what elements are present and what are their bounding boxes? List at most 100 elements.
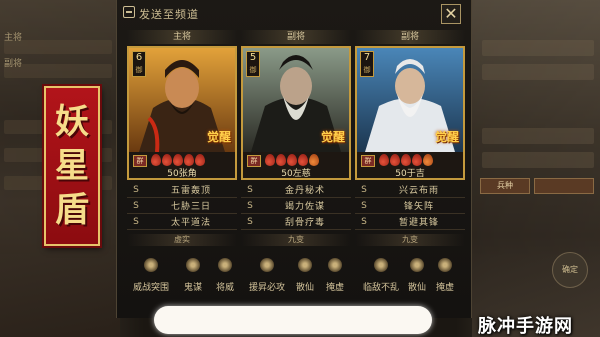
dialog-header: 发送至频道 ✕ [117, 0, 471, 26]
skill-name: 暂避其锋 [398, 218, 439, 228]
advance-pip-icon [298, 154, 308, 166]
star-level: 6 [135, 52, 143, 63]
veil-icon [328, 258, 342, 272]
background-row [482, 152, 594, 168]
skill-name: 竭力佐谋 [284, 202, 325, 212]
immortal-icon [298, 258, 312, 272]
background-label: 主将 [4, 33, 23, 43]
general-column: 副将 5 御 觉醒 群 50左慈 S 金丹秘术 S 竭力佐谋 S 刮骨疗毒 九变 [241, 30, 351, 246]
advance-pip-icon [309, 154, 319, 166]
background-right-pane [472, 0, 600, 337]
skill-name: 七胁三日 [170, 202, 211, 212]
banner-char: 星 [55, 146, 89, 186]
card-info: 群 50张角 [129, 152, 235, 179]
skill-name: 刮骨疗毒 [284, 218, 325, 228]
background-button[interactable] [534, 178, 594, 194]
advance-pip-icon [412, 154, 422, 166]
item-veil[interactable]: 掩虚 [421, 258, 469, 293]
banner-char: 盾 [55, 190, 89, 230]
item-label: 掩虚 [325, 283, 344, 293]
veil-icon [438, 258, 452, 272]
advance-pips [151, 154, 205, 166]
calm-icon [374, 258, 388, 272]
advance-pips [379, 154, 433, 166]
column-subtitle: 虚实 [127, 234, 237, 246]
general-card[interactable]: 5 御 觉醒 群 50左慈 [241, 46, 351, 180]
close-button[interactable]: ✕ [441, 4, 461, 24]
skill-grade: S [247, 200, 253, 211]
awaken-badge: 觉醒 [206, 130, 231, 144]
skill-grade: S [133, 184, 139, 195]
skill-grade: S [133, 216, 139, 227]
skill-row[interactable]: S 暂避其锋 [355, 214, 465, 230]
advance-pip-icon [162, 154, 172, 166]
skill-row[interactable]: S 竭力佐谋 [241, 198, 351, 214]
star-level: 5 [249, 52, 257, 63]
skill-grade: S [133, 200, 139, 211]
watermark: 脉冲手游网 [478, 316, 573, 337]
awaken-badge: 觉醒 [320, 130, 345, 144]
skill-list: S 兴云布雨 S 锋矢阵 S 暂避其锋 [355, 182, 465, 230]
item-war[interactable]: 威战突围 [127, 258, 175, 293]
advance-pip-icon [390, 154, 400, 166]
attack-icon [260, 258, 274, 272]
advance-pip-icon [195, 154, 205, 166]
skill-grade: S [247, 184, 253, 195]
advance-pips [265, 154, 319, 166]
lineup-dialog: 发送至频道 ✕ 主将 6 御 觉醒 群 50张角 S 五雷轰顶 S 七胁三日 S… [116, 0, 472, 318]
column-role: 主将 [127, 30, 237, 44]
strategy-icon [186, 258, 200, 272]
background-row [482, 40, 594, 56]
item-label: 掩虚 [435, 283, 454, 293]
general-name: 50张角 [167, 169, 197, 179]
advance-pip-icon [423, 154, 433, 166]
send-to-channel-button[interactable]: 发送至频道 [139, 6, 199, 22]
item-label: 将威 [215, 283, 234, 293]
star-level: 7 [363, 52, 371, 63]
skill-name: 兴云布雨 [398, 186, 439, 196]
skill-row[interactable]: S 刮骨疗毒 [241, 214, 351, 230]
star-level-badge: 5 御 [246, 51, 260, 77]
star-level-suffix: 御 [135, 66, 143, 74]
general-column: 主将 6 御 觉醒 群 50张角 S 五雷轰顶 S 七胁三日 S 太平道法 虚实 [127, 30, 237, 246]
skill-row[interactable]: S 锋矢阵 [355, 198, 465, 214]
item-veil[interactable]: 掩虚 [311, 258, 359, 293]
column-subtitle: 九变 [355, 234, 465, 246]
skill-row[interactable]: S 五雷轰顶 [127, 182, 237, 198]
skill-row[interactable]: S 兴云布雨 [355, 182, 465, 198]
advance-pip-icon [379, 154, 389, 166]
war-icon [144, 258, 158, 272]
advance-pip-icon [184, 154, 194, 166]
awaken-badge: 觉醒 [434, 130, 459, 144]
banner-char: 妖 [55, 102, 89, 142]
card-info: 群 50左慈 [243, 152, 349, 179]
advance-pip-icon [287, 154, 297, 166]
send-icon[interactable] [123, 6, 135, 18]
skill-row[interactable]: S 金丹秘术 [241, 182, 351, 198]
card-info: 群 50于吉 [357, 152, 463, 178]
background-tab[interactable]: 兵种 [480, 178, 530, 194]
title-banner: 妖 星 盾 [44, 86, 100, 246]
background-confirm-button[interactable]: 确定 [552, 252, 588, 288]
skill-grade: S [361, 216, 367, 227]
advance-pip-icon [151, 154, 161, 166]
background-label: 副将 [4, 59, 23, 69]
column-role: 副将 [355, 30, 465, 44]
item-row: 威战突围 鬼谋 将威 援昇必攻 散仙 掩虚 临敌不乱 散仙 掩虚 [123, 258, 467, 308]
star-level-suffix: 御 [363, 66, 371, 74]
general-name: 50左慈 [281, 169, 311, 179]
general-card[interactable]: 7 御 觉醒 群 50于吉 [355, 46, 465, 180]
skill-list: S 金丹秘术 S 竭力佐谋 S 刮骨疗毒 [241, 182, 351, 230]
background-row [482, 64, 594, 80]
star-level-badge: 7 御 [360, 51, 374, 77]
item-general[interactable]: 将威 [201, 258, 249, 293]
advance-pip-icon [401, 154, 411, 166]
skill-list: S 五雷轰顶 S 七胁三日 S 太平道法 [127, 182, 237, 230]
general-card[interactable]: 6 御 觉醒 群 50张角 [127, 46, 237, 180]
skill-grade: S [247, 216, 253, 227]
skill-row[interactable]: S 太平道法 [127, 214, 237, 230]
advance-pip-icon [173, 154, 183, 166]
item-label: 威战突围 [132, 283, 169, 293]
skill-row[interactable]: S 七胁三日 [127, 198, 237, 214]
skill-name: 锋矢阵 [403, 202, 434, 212]
